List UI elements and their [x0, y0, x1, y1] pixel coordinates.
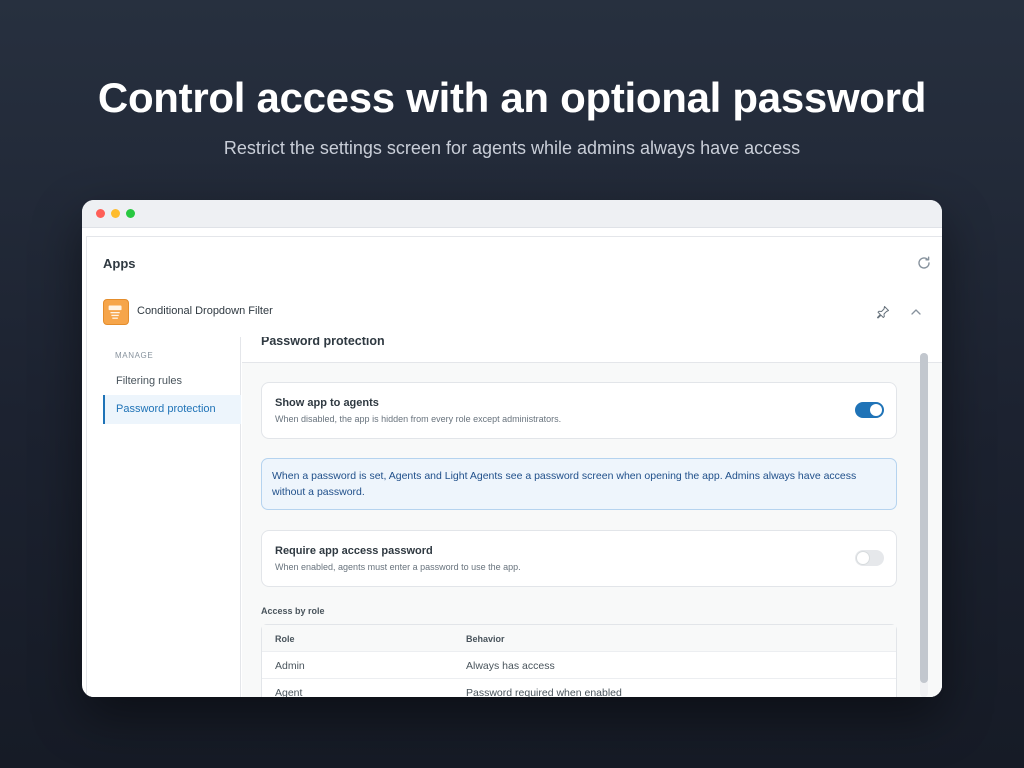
table-header-row: Role Behavior: [262, 625, 896, 652]
window-close-button[interactable]: [96, 209, 105, 218]
window-maximize-button[interactable]: [126, 209, 135, 218]
page-title: Password protection: [261, 337, 385, 348]
show-app-title: Show app to agents: [275, 397, 379, 409]
sidebar-item-password-protection[interactable]: Password protection: [103, 395, 241, 424]
toggle-knob: [870, 404, 882, 416]
require-password-description: When enabled, agents must enter a passwo…: [275, 562, 521, 572]
access-table: Role Behavior Admin Always has access Ag…: [261, 624, 897, 697]
sidebar-section-label: MANAGE: [115, 351, 154, 360]
hero-subtitle: Restrict the settings screen for agents …: [223, 138, 801, 158]
table-cell-behavior: Always has access: [466, 660, 555, 672]
table-cell-role: Admin: [275, 660, 305, 672]
app-name[interactable]: Conditional Dropdown Filter: [137, 305, 273, 317]
apps-header: Apps: [103, 256, 136, 271]
app-icon: [103, 299, 129, 325]
toggle-knob: [857, 552, 869, 564]
chevron-up-icon[interactable]: [910, 307, 922, 317]
apps-panel: Apps Conditional Dropdown Filter MANAGE …: [86, 236, 942, 697]
table-row: Agent Password required when enabled: [262, 679, 896, 697]
hero-title: Control access with an optional password: [97, 74, 927, 121]
filter-list-icon: [108, 305, 122, 319]
table-cell-behavior: Password required when enabled: [466, 687, 622, 697]
table-row: Admin Always has access: [262, 652, 896, 679]
column-header-role: Role: [275, 634, 295, 644]
show-app-card: Show app to agents When disabled, the ap…: [261, 382, 897, 439]
content-header: Password protection: [242, 337, 942, 363]
table-cell-role: Agent: [275, 687, 303, 697]
show-app-description: When disabled, the app is hidden from ev…: [275, 414, 562, 424]
require-password-card: Require app access password When enabled…: [261, 530, 897, 587]
info-notice: When a password is set, Agents and Light…: [261, 458, 897, 510]
settings-sidebar: MANAGE Filtering rules Password protecti…: [87, 337, 241, 697]
app-window: Apps Conditional Dropdown Filter MANAGE …: [82, 200, 942, 697]
show-app-toggle[interactable]: [855, 402, 884, 418]
column-header-behavior: Behavior: [466, 634, 505, 644]
window-titlebar: [82, 200, 942, 228]
sidebar-item-filtering-rules[interactable]: Filtering rules: [103, 367, 241, 396]
require-password-title: Require app access password: [275, 545, 433, 557]
require-password-toggle[interactable]: [855, 550, 884, 566]
window-minimize-button[interactable]: [111, 209, 120, 218]
pin-icon[interactable]: [876, 305, 890, 319]
refresh-icon[interactable]: [916, 255, 932, 271]
settings-content: Password protection Show app to agents W…: [242, 337, 942, 697]
scrollbar-thumb[interactable]: [920, 353, 928, 683]
content-scrollbar[interactable]: [920, 353, 928, 697]
access-by-role-label: Access by role: [261, 606, 325, 616]
